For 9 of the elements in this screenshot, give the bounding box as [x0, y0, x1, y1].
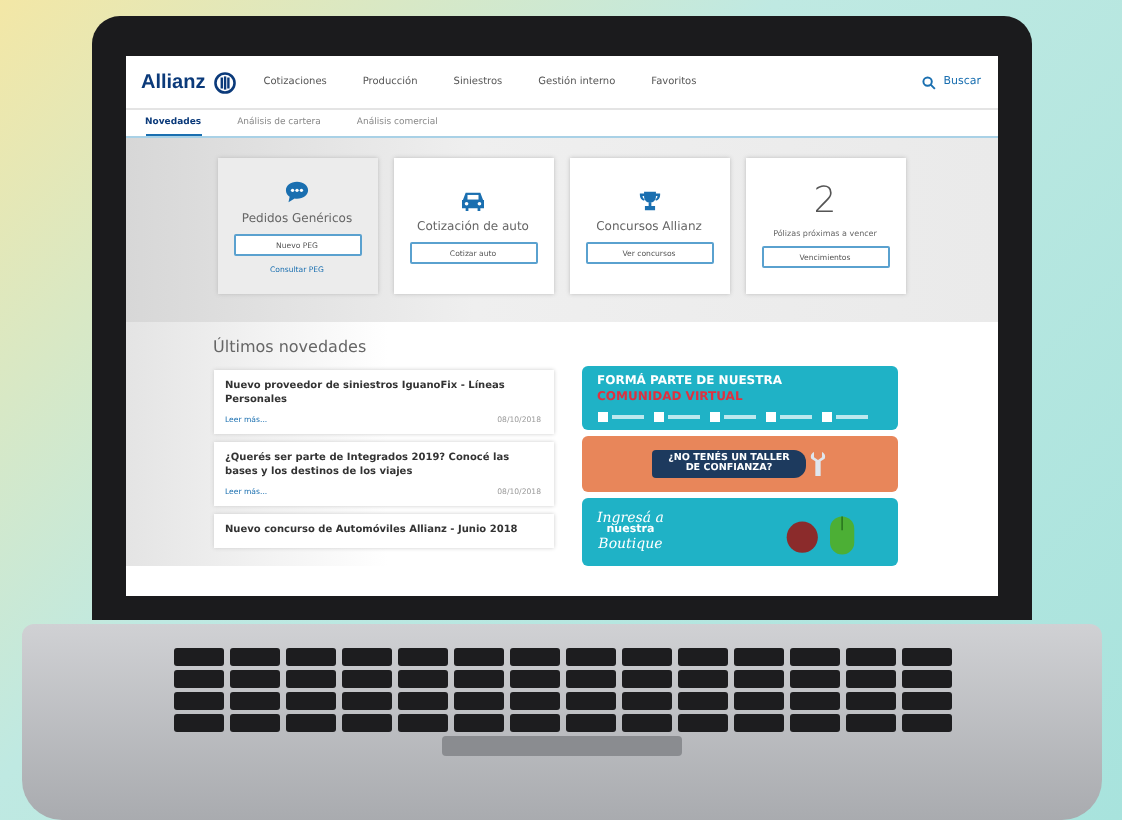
search-icon[interactable] — [921, 75, 936, 89]
brand-logo[interactable]: Allianz — [141, 71, 206, 93]
chat-bubble-icon — [284, 179, 310, 203]
wrench-icon — [809, 450, 826, 478]
logo-icon — [213, 71, 236, 93]
car-icon — [460, 189, 486, 211]
count-number: 2 — [813, 184, 837, 220]
trophy-icon — [637, 189, 661, 211]
section-heading: Últimos novedades — [213, 338, 369, 356]
